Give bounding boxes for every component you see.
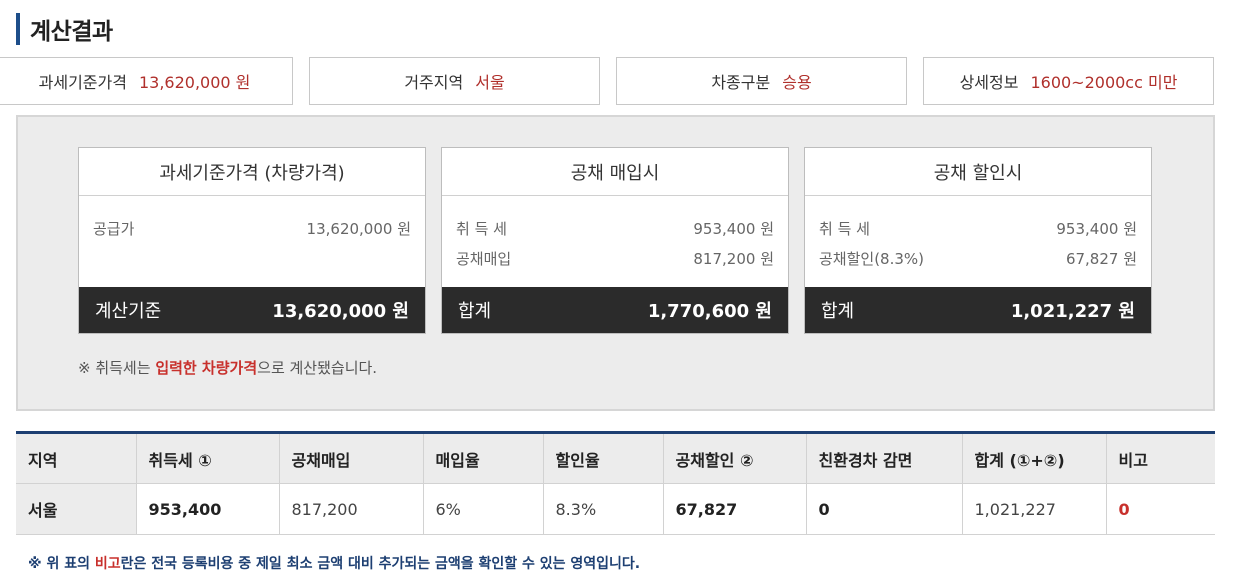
table-header-cell: 지역 xyxy=(16,432,137,484)
card-footer: 합계 1,770,600 원 xyxy=(442,287,788,333)
table-header-row: 지역 취득세 ① 공채매입 매입율 할인율 공채할인 ② 친환경차 감면 합계 … xyxy=(16,432,1215,484)
card-footer-value: 1,770,600 원 xyxy=(647,301,772,322)
card-bond-discount: 공채 할인시 취 득 세 953,400 원 공채할인(8.3%) 67,827… xyxy=(804,147,1152,334)
table-header-cell: 할인율 xyxy=(543,432,664,484)
note-suffix: 으로 계산됐습니다. xyxy=(257,359,378,377)
table-cell: 6% xyxy=(423,483,544,535)
table-header-cell: 비고 xyxy=(1106,432,1215,484)
card-row-label: 공채할인(8.3%) xyxy=(819,250,925,268)
summary-value: 13,620,000 원 xyxy=(138,73,251,92)
table-cell: 8.3% xyxy=(543,483,664,535)
card-footer: 합계 1,021,227 원 xyxy=(805,287,1151,333)
card-body: 취 득 세 953,400 원 공채할인(8.3%) 67,827 원 xyxy=(805,196,1151,287)
note-highlight: 비고 xyxy=(94,556,121,572)
table-cell: 817,200 xyxy=(279,483,424,535)
table-cell: 0 xyxy=(1106,483,1215,535)
table-header-cell: 공채매입 xyxy=(279,432,424,484)
card-row: 공급가 13,620,000 원 xyxy=(93,214,411,244)
summary-label: 거주지역 xyxy=(404,73,464,92)
table-cell: 0 xyxy=(806,483,963,535)
summary-region: 거주지역 서울 xyxy=(309,57,600,105)
table-header-cell: 매입율 xyxy=(423,432,544,484)
card-bond-purchase: 공채 매입시 취 득 세 953,400 원 공채매입 817,200 원 합계… xyxy=(441,147,789,334)
card-row: 취 득 세 953,400 원 xyxy=(819,214,1137,244)
card-row: 취 득 세 953,400 원 xyxy=(456,214,774,244)
card-body: 취 득 세 953,400 원 공채매입 817,200 원 xyxy=(442,196,788,287)
card-row-value: 953,400 원 xyxy=(693,220,774,238)
summary-label: 상세정보 xyxy=(959,73,1019,92)
note-prefix: ※ 취득세는 xyxy=(78,359,156,377)
card-footer-value: 1,021,227 원 xyxy=(1010,301,1135,322)
card-body: 공급가 13,620,000 원 xyxy=(79,196,425,287)
table-row: 서울 953,400 817,200 6% 8.3% 67,827 0 1,02… xyxy=(16,483,1215,535)
card-header: 공채 매입시 xyxy=(442,148,788,196)
card-footer-value: 13,620,000 원 xyxy=(272,301,409,322)
card-row-label: 취 득 세 xyxy=(456,220,507,238)
summary-tax-base: 과세기준가격 13,620,000 원 xyxy=(0,57,293,105)
page-title: 계산결과 xyxy=(16,12,113,46)
card-row-label: 공급가 xyxy=(93,220,135,238)
table-cell: 1,021,227 xyxy=(962,483,1107,535)
card-row-value: 67,827 원 xyxy=(1065,250,1137,268)
note-highlight: 입력한 차량가격 xyxy=(155,359,258,377)
card-footer-label: 합계 xyxy=(458,301,492,322)
summary-bar: 과세기준가격 13,620,000 원 거주지역 서울 차종구분 승용 상세정보… xyxy=(0,57,1244,105)
table-header-cell: 합계 (①+②) xyxy=(962,432,1107,484)
summary-label: 차종구분 xyxy=(711,73,771,92)
summary-value: 승용 xyxy=(782,73,812,92)
card-footer-label: 합계 xyxy=(821,301,855,322)
card-row-value: 13,620,000 원 xyxy=(306,220,411,238)
table-cell: 서울 xyxy=(16,483,137,535)
card-row: 공채매입 817,200 원 xyxy=(456,244,774,274)
table-header-cell: 친환경차 감면 xyxy=(806,432,963,484)
card-footer-label: 계산기준 xyxy=(95,301,162,322)
page-title-text: 계산결과 xyxy=(30,19,113,45)
card-header: 과세기준가격 (차량가격) xyxy=(79,148,425,196)
title-accent-bar xyxy=(16,13,20,45)
summary-value: 1600~2000cc 미만 xyxy=(1030,73,1178,92)
calculation-panel: 과세기준가격 (차량가격) 공급가 13,620,000 원 계산기준 13,6… xyxy=(16,115,1215,411)
summary-detail: 상세정보 1600~2000cc 미만 xyxy=(923,57,1214,105)
result-table: 지역 취득세 ① 공채매입 매입율 할인율 공채할인 ② 친환경차 감면 합계 … xyxy=(16,431,1215,535)
table-header-cell: 공채할인 ② xyxy=(663,432,807,484)
card-tax-base: 과세기준가격 (차량가격) 공급가 13,620,000 원 계산기준 13,6… xyxy=(78,147,426,334)
table-cell: 67,827 xyxy=(663,483,807,535)
card-row-value: 817,200 원 xyxy=(693,250,774,268)
note-prefix: ※ 위 표의 xyxy=(28,556,95,572)
card-row: 공채할인(8.3%) 67,827 원 xyxy=(819,244,1137,274)
card-footer: 계산기준 13,620,000 원 xyxy=(79,287,425,333)
card-header: 공채 할인시 xyxy=(805,148,1151,196)
card-row-value: 953,400 원 xyxy=(1056,220,1137,238)
card-row-label: 공채매입 xyxy=(456,250,512,268)
summary-label: 과세기준가격 xyxy=(38,73,127,92)
calculation-note: ※ 취득세는 입력한 차량가격으로 계산됐습니다. xyxy=(78,357,377,378)
table-cell: 953,400 xyxy=(136,483,280,535)
note-suffix: 란은 전국 등록비용 중 제일 최소 금액 대비 추가되는 금액을 확인할 수 … xyxy=(120,556,641,572)
summary-value: 서울 xyxy=(475,73,505,92)
summary-vehicle-type: 차종구분 승용 xyxy=(616,57,907,105)
bottom-note: ※ 위 표의 비고란은 전국 등록비용 중 제일 최소 금액 대비 추가되는 금… xyxy=(28,553,640,573)
card-row-label: 취 득 세 xyxy=(819,220,870,238)
table-header-cell: 취득세 ① xyxy=(136,432,280,484)
